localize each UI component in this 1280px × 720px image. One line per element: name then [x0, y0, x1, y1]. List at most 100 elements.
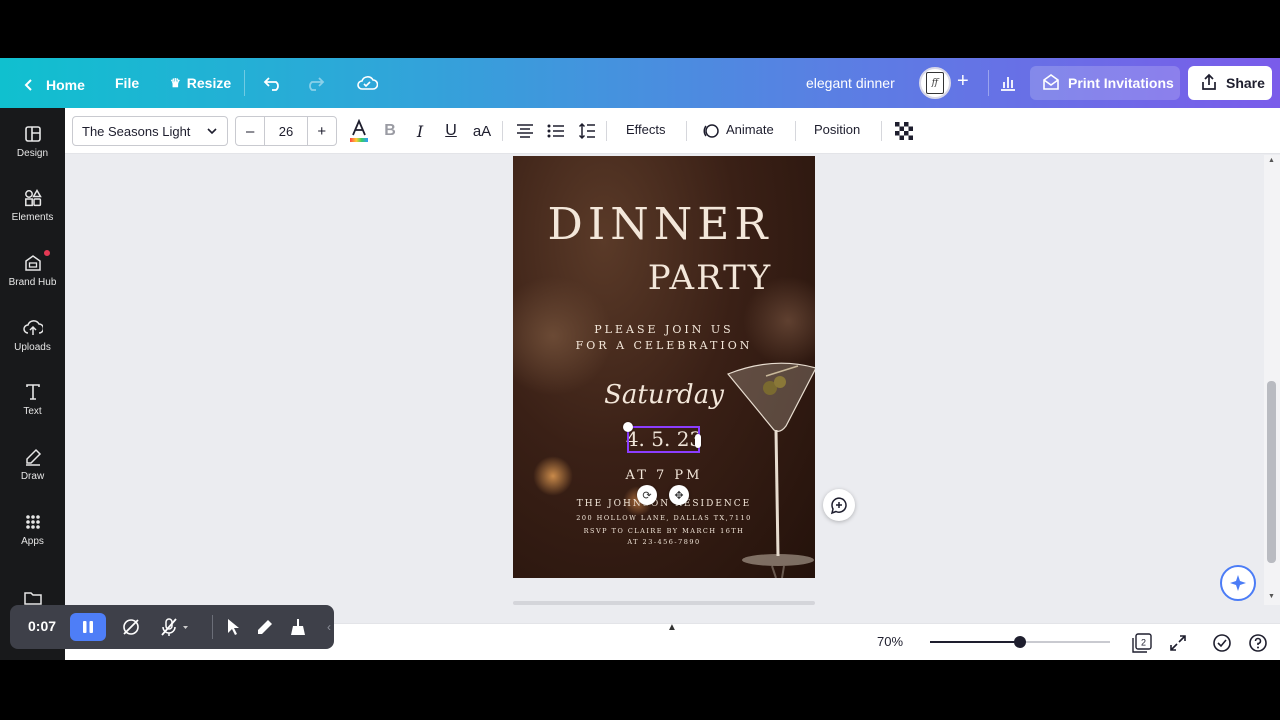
sidebar-item-text[interactable]: Text — [0, 369, 65, 429]
bulleted-list-icon — [547, 124, 564, 138]
spacing-button[interactable] — [575, 119, 599, 143]
insights-button[interactable] — [997, 72, 1019, 94]
redo-button[interactable] — [304, 72, 326, 94]
undo-button[interactable] — [262, 72, 284, 94]
pages-icon: 2 — [1132, 633, 1152, 653]
resize-handle[interactable] — [623, 422, 633, 432]
sidebar-item-label: Uploads — [14, 341, 51, 353]
animate-button[interactable]: Animate — [726, 122, 774, 137]
page-count: 2 — [1141, 638, 1146, 648]
cursor-icon — [228, 619, 239, 635]
sidebar-item-label: Draw — [20, 470, 45, 482]
vertical-scrollbar[interactable]: ▲ ▼ — [1264, 155, 1280, 605]
move-icon: ✥ — [674, 489, 684, 502]
rsvp-text[interactable]: RSVP TO CLAIRE BY MARCH 16TH — [513, 527, 815, 535]
file-menu[interactable]: File — [115, 75, 139, 91]
effects-button[interactable]: Effects — [626, 122, 666, 137]
share-button[interactable]: Share — [1188, 66, 1272, 100]
pause-button[interactable] — [70, 613, 106, 641]
transparency-button[interactable] — [892, 119, 916, 143]
text-properties-toolbar: The Seasons Light – 26 + B I U aA Effect… — [65, 108, 1280, 154]
chevron-up-icon[interactable]: ▲ — [665, 622, 679, 633]
zoom-slider-knob[interactable] — [1014, 636, 1026, 648]
undo-icon — [262, 72, 284, 94]
cloud-save-status[interactable] — [356, 72, 378, 94]
text-color-icon — [350, 119, 368, 142]
document-title-text: elegant dinner — [806, 75, 895, 91]
sidebar-item-apps[interactable]: Apps — [0, 499, 65, 559]
fullscreen-button[interactable] — [1167, 632, 1189, 654]
divider — [988, 70, 989, 96]
mic-off-button[interactable] — [157, 616, 193, 638]
divider — [212, 615, 213, 639]
zoom-slider-fill — [930, 641, 1020, 643]
canvas-area: DINNER PARTY PLEASE JOIN US FOR A CELEBR… — [65, 155, 1264, 620]
pen-tool-button[interactable] — [254, 616, 276, 638]
scroll-up-icon[interactable]: ▲ — [1268, 157, 1275, 164]
italic-button[interactable]: I — [408, 119, 432, 143]
check-button[interactable] — [1211, 632, 1233, 654]
scrollbar-thumb[interactable] — [1267, 381, 1276, 563]
print-label: Print Invitations — [1068, 75, 1174, 91]
add-comment-button[interactable] — [823, 489, 855, 521]
transparency-icon — [895, 122, 913, 140]
resize-button[interactable]: ♛ Resize — [170, 75, 231, 91]
sidebar-item-elements[interactable]: Elements — [0, 175, 65, 235]
sidebar-item-brand-hub[interactable]: Brand Hub — [0, 240, 65, 300]
pages-button[interactable]: 2 — [1131, 632, 1153, 654]
rotate-icon: ⟳ — [642, 489, 652, 502]
phone-text[interactable]: AT 23-456-7890 — [513, 538, 815, 546]
day-text[interactable]: Saturday — [513, 380, 815, 410]
sidebar-item-design[interactable]: Design — [0, 111, 65, 171]
decrease-font-size-button[interactable]: – — [236, 117, 264, 145]
time-text[interactable]: AT 7 PM — [513, 468, 815, 483]
resize-handle[interactable] — [695, 434, 701, 448]
magic-assistant-button[interactable] — [1220, 565, 1256, 601]
print-invitations-button[interactable]: Print Invitations — [1030, 66, 1180, 100]
sidebar-item-label: Design — [16, 147, 49, 159]
scroll-down-icon[interactable]: ▼ — [1268, 593, 1275, 600]
title-party[interactable]: PARTY — [645, 258, 775, 298]
horizontal-scrollbar[interactable] — [513, 601, 815, 605]
underline-button[interactable]: U — [439, 119, 463, 143]
sidebar-item-draw[interactable]: Draw — [0, 434, 65, 494]
avatar[interactable]: ff — [919, 67, 951, 99]
title-dinner[interactable]: DINNER — [513, 199, 815, 250]
address-text[interactable]: 200 HOLLOW LANE, DALLAS TX,7110 — [513, 514, 815, 522]
invitation-page[interactable]: DINNER PARTY PLEASE JOIN US FOR A CELEBR… — [513, 156, 815, 578]
font-size-input[interactable]: 26 — [264, 117, 308, 145]
collapse-toolbar-button[interactable]: ‹ — [318, 616, 340, 638]
selection-box[interactable] — [627, 426, 700, 453]
move-handle[interactable]: ✥ — [669, 485, 689, 505]
join-line-2[interactable]: FOR A CELEBRATION — [513, 339, 815, 352]
font-size-stepper: – 26 + — [235, 116, 337, 146]
increase-font-size-button[interactable]: + — [308, 117, 336, 145]
sidebar-item-uploads[interactable]: Uploads — [0, 305, 65, 365]
bar-chart-icon — [997, 72, 1019, 94]
divider — [795, 121, 796, 141]
align-center-button[interactable] — [513, 119, 537, 143]
font-family-select[interactable]: The Seasons Light — [72, 116, 228, 146]
invite-button[interactable]: + — [957, 70, 969, 93]
document-title[interactable]: elegant dinner — [806, 75, 895, 91]
join-line-1[interactable]: PLEASE JOIN US — [513, 323, 815, 336]
recording-toolbar: 0:07 ‹ — [10, 605, 334, 649]
venue-text[interactable]: THE JOHNSON RESIDENCE — [513, 499, 815, 509]
eraser-tool-button[interactable] — [287, 616, 309, 638]
divider — [502, 121, 503, 141]
camera-off-button[interactable] — [120, 616, 142, 638]
help-button[interactable] — [1247, 632, 1269, 654]
recording-timer: 0:07 — [28, 618, 57, 634]
position-button[interactable]: Position — [814, 122, 860, 137]
elements-icon — [24, 188, 42, 206]
zoom-level[interactable]: 70% — [877, 634, 903, 649]
rotate-handle[interactable]: ⟳ — [637, 485, 657, 505]
design-icon — [24, 125, 41, 142]
list-button[interactable] — [544, 119, 568, 143]
bold-button[interactable]: B — [378, 119, 402, 143]
letter-case-button[interactable]: aA — [470, 119, 494, 143]
text-color-button[interactable] — [347, 119, 371, 143]
bold-icon: B — [384, 122, 396, 139]
home-button[interactable]: Home — [18, 74, 85, 96]
pointer-tool-button[interactable] — [222, 616, 244, 638]
